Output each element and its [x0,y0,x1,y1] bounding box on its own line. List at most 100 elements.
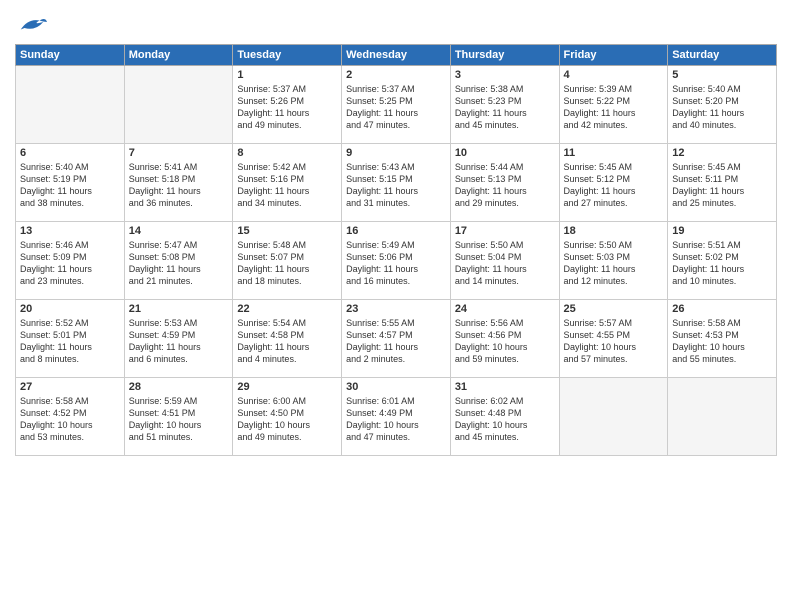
calendar-cell: 12Sunrise: 5:45 AM Sunset: 5:11 PM Dayli… [668,144,777,222]
calendar-cell: 29Sunrise: 6:00 AM Sunset: 4:50 PM Dayli… [233,378,342,456]
weekday-header-tuesday: Tuesday [233,45,342,66]
calendar-cell: 8 Sunrise: 5:42 AM Sunset: 5:16 PM Daylig… [233,144,342,222]
calendar-cell: 16 Sunrise: 5:49 AM Sunset: 5:06 PM Dayli… [342,222,451,300]
week-row-3: 13 Sunrise: 5:46 AM Sunset: 5:09 PM Dayli… [16,222,777,300]
calendar-cell: 5Sunrise: 5:40 AM Sunset: 5:20 PM Daylig… [668,66,777,144]
day-info: Sunrise: 5:39 AM Sunset: 5:22 PM Dayligh… [564,83,664,132]
day-info: Sunrise: 5:58 AM Sunset: 4:53 PM Dayligh… [672,317,772,366]
bird-icon [17,14,47,36]
calendar-cell: 15 Sunrise: 5:48 AM Sunset: 5:07 PM Dayli… [233,222,342,300]
calendar-cell: 17 Sunrise: 5:50 AM Sunset: 5:04 PM Dayli… [450,222,559,300]
calendar-cell: 14 Sunrise: 5:47 AM Sunset: 5:08 PM Dayli… [124,222,233,300]
day-number: 24 [455,303,555,315]
day-number: 12 [672,147,772,159]
calendar-cell [124,66,233,144]
calendar-cell: 9Sunrise: 5:43 AM Sunset: 5:15 PM Daylig… [342,144,451,222]
calendar-cell: 23Sunrise: 5:55 AM Sunset: 4:57 PM Dayli… [342,300,451,378]
weekday-header-sunday: Sunday [16,45,125,66]
day-info: Sunrise: 5:53 AM Sunset: 4:59 PM Dayligh… [129,317,229,366]
day-number: 23 [346,303,446,315]
day-info: Sunrise: 5:59 AM Sunset: 4:51 PM Dayligh… [129,395,229,444]
calendar-cell: 7 Sunrise: 5:41 AM Sunset: 5:18 PM Daylig… [124,144,233,222]
day-number: 15 [237,225,337,237]
day-number: 31 [455,381,555,393]
page-container: SundayMondayTuesdayWednesdayThursdayFrid… [0,0,792,612]
calendar-cell [668,378,777,456]
day-info: Sunrise: 5:52 AM Sunset: 5:01 PM Dayligh… [20,317,120,366]
weekday-header-row: SundayMondayTuesdayWednesdayThursdayFrid… [16,45,777,66]
day-number: 10 [455,147,555,159]
weekday-header-wednesday: Wednesday [342,45,451,66]
calendar-cell: 30Sunrise: 6:01 AM Sunset: 4:49 PM Dayli… [342,378,451,456]
day-info: Sunrise: 6:02 AM Sunset: 4:48 PM Dayligh… [455,395,555,444]
day-number: 27 [20,381,120,393]
calendar-cell: 18Sunrise: 5:50 AM Sunset: 5:03 PM Dayli… [559,222,668,300]
calendar-cell: 28 Sunrise: 5:59 AM Sunset: 4:51 PM Dayli… [124,378,233,456]
day-number: 16 [346,225,446,237]
day-info: Sunrise: 5:43 AM Sunset: 5:15 PM Dayligh… [346,161,446,210]
day-info: Sunrise: 5:42 AM Sunset: 5:16 PM Dayligh… [237,161,337,210]
day-info: Sunrise: 5:50 AM Sunset: 5:04 PM Dayligh… [455,239,555,288]
day-number: 30 [346,381,446,393]
calendar-cell: 10 Sunrise: 5:44 AM Sunset: 5:13 PM Dayli… [450,144,559,222]
calendar-cell: 3Sunrise: 5:38 AM Sunset: 5:23 PM Daylig… [450,66,559,144]
day-info: Sunrise: 5:54 AM Sunset: 4:58 PM Dayligh… [237,317,337,366]
day-number: 7 [129,147,229,159]
day-info: Sunrise: 5:37 AM Sunset: 5:26 PM Dayligh… [237,83,337,132]
week-row-4: 20 Sunrise: 5:52 AM Sunset: 5:01 PM Dayli… [16,300,777,378]
day-number: 22 [237,303,337,315]
calendar-cell: 27 Sunrise: 5:58 AM Sunset: 4:52 PM Dayli… [16,378,125,456]
day-info: Sunrise: 6:00 AM Sunset: 4:50 PM Dayligh… [237,395,337,444]
day-number: 28 [129,381,229,393]
day-number: 5 [672,69,772,81]
day-info: Sunrise: 5:58 AM Sunset: 4:52 PM Dayligh… [20,395,120,444]
day-number: 20 [20,303,120,315]
day-number: 18 [564,225,664,237]
calendar-cell: 19 Sunrise: 5:51 AM Sunset: 5:02 PM Dayli… [668,222,777,300]
day-number: 4 [564,69,664,81]
weekday-header-saturday: Saturday [668,45,777,66]
calendar-cell: 1 Sunrise: 5:37 AM Sunset: 5:26 PM Daylig… [233,66,342,144]
day-info: Sunrise: 5:49 AM Sunset: 5:06 PM Dayligh… [346,239,446,288]
logo [15,14,47,36]
calendar-cell: 13 Sunrise: 5:46 AM Sunset: 5:09 PM Dayli… [16,222,125,300]
calendar-cell: 22 Sunrise: 5:54 AM Sunset: 4:58 PM Dayli… [233,300,342,378]
calendar-cell: 21 Sunrise: 5:53 AM Sunset: 4:59 PM Dayli… [124,300,233,378]
weekday-header-thursday: Thursday [450,45,559,66]
weekday-header-monday: Monday [124,45,233,66]
day-number: 17 [455,225,555,237]
day-number: 1 [237,69,337,81]
day-number: 8 [237,147,337,159]
day-number: 3 [455,69,555,81]
weekday-header-friday: Friday [559,45,668,66]
day-info: Sunrise: 5:45 AM Sunset: 5:12 PM Dayligh… [564,161,664,210]
day-info: Sunrise: 5:41 AM Sunset: 5:18 PM Dayligh… [129,161,229,210]
calendar-cell: 11Sunrise: 5:45 AM Sunset: 5:12 PM Dayli… [559,144,668,222]
calendar-cell: 2 Sunrise: 5:37 AM Sunset: 5:25 PM Daylig… [342,66,451,144]
calendar-cell: 24Sunrise: 5:56 AM Sunset: 4:56 PM Dayli… [450,300,559,378]
day-number: 6 [20,147,120,159]
day-number: 2 [346,69,446,81]
day-number: 21 [129,303,229,315]
day-number: 13 [20,225,120,237]
day-info: Sunrise: 5:57 AM Sunset: 4:55 PM Dayligh… [564,317,664,366]
calendar-cell [16,66,125,144]
day-info: Sunrise: 5:46 AM Sunset: 5:09 PM Dayligh… [20,239,120,288]
logo-text [15,14,47,36]
week-row-5: 27 Sunrise: 5:58 AM Sunset: 4:52 PM Dayli… [16,378,777,456]
day-number: 14 [129,225,229,237]
day-number: 19 [672,225,772,237]
day-info: Sunrise: 5:48 AM Sunset: 5:07 PM Dayligh… [237,239,337,288]
day-info: Sunrise: 5:44 AM Sunset: 5:13 PM Dayligh… [455,161,555,210]
calendar-cell [559,378,668,456]
calendar-cell: 31 Sunrise: 6:02 AM Sunset: 4:48 PM Dayli… [450,378,559,456]
day-info: Sunrise: 5:47 AM Sunset: 5:08 PM Dayligh… [129,239,229,288]
calendar-cell: 4 Sunrise: 5:39 AM Sunset: 5:22 PM Daylig… [559,66,668,144]
day-info: Sunrise: 5:51 AM Sunset: 5:02 PM Dayligh… [672,239,772,288]
day-info: Sunrise: 5:37 AM Sunset: 5:25 PM Dayligh… [346,83,446,132]
day-info: Sunrise: 5:40 AM Sunset: 5:19 PM Dayligh… [20,161,120,210]
week-row-2: 6 Sunrise: 5:40 AM Sunset: 5:19 PM Daylig… [16,144,777,222]
calendar-table: SundayMondayTuesdayWednesdayThursdayFrid… [15,44,777,456]
header [15,10,777,36]
calendar-cell: 6 Sunrise: 5:40 AM Sunset: 5:19 PM Daylig… [16,144,125,222]
